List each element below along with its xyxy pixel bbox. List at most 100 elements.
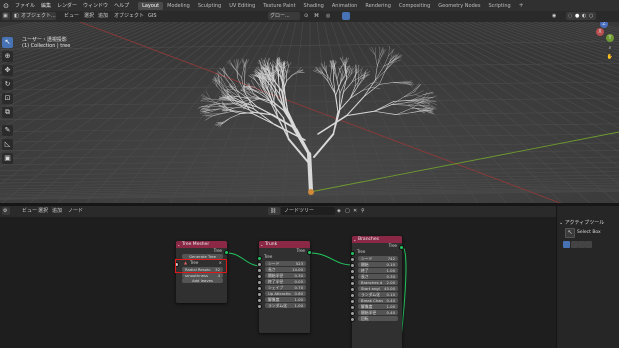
blender-logo-icon[interactable]: ⊙: [2, 2, 10, 10]
value-field[interactable]: 解像度 1.00: [265, 296, 306, 302]
value-field[interactable]: シード 742: [358, 255, 398, 261]
transform-orientation-dropdown[interactable]: グロー...: [268, 12, 300, 20]
pan-icon[interactable]: ✋: [606, 53, 614, 61]
value-field[interactable]: Start angl 45.00: [358, 285, 398, 291]
trunk-header[interactable]: ⌄ Trunk: [259, 241, 310, 248]
add-workspace-button[interactable]: +: [515, 2, 528, 9]
node-menu-node[interactable]: ノード: [68, 207, 83, 215]
show-gizmo-toggle[interactable]: [342, 12, 350, 20]
collapse-icon[interactable]: ⌄: [353, 236, 356, 243]
select-tool-icon[interactable]: ↖: [2, 37, 13, 48]
value-field[interactable]: ランダム化 1.00: [265, 302, 306, 308]
tab-sculpting[interactable]: Sculpting: [194, 2, 225, 10]
panel-header[interactable]: ⌄ アクティブツール: [559, 219, 604, 226]
pin-icon[interactable]: ⚲: [361, 207, 365, 215]
value-field[interactable]: 開始 0.10: [358, 261, 398, 267]
menu-object[interactable]: オブジェクト: [114, 12, 144, 20]
value-field[interactable]: 開始半径 0.30: [265, 272, 306, 278]
tree-model[interactable]: [0, 22, 619, 203]
trunk-node[interactable]: ⌄ Trunk Tree Tree シード 523 長さ 14.00 開始半径 0.30 終…: [257, 241, 312, 333]
menu-gis[interactable]: GIS: [148, 12, 157, 20]
value-field[interactable]: 長さ 0.30: [358, 273, 398, 279]
value-field[interactable]: Branches d 2.00: [358, 279, 398, 285]
tab-uv-editing[interactable]: UV Editing: [225, 2, 259, 10]
cursor-tool-icon[interactable]: ⊕: [2, 51, 13, 62]
collapse-icon[interactable]: ⌄: [260, 241, 263, 248]
rotate-tool-icon[interactable]: ↻: [2, 79, 13, 90]
node-tree-name-field[interactable]: ノードツリー: [281, 207, 335, 215]
menu-window[interactable]: ウィンドウ: [80, 2, 111, 9]
mode-dropdown[interactable]: ◧ オブジェクト...: [12, 12, 56, 20]
branches-node[interactable]: ⌄ Branches Tree Tree シード 742 開始 0.10 終了 1.00 長…: [350, 236, 404, 348]
tab-compositing[interactable]: Compositing: [395, 2, 434, 10]
value-field[interactable]: 開始半径 0.40: [358, 309, 398, 315]
scale-tool-icon[interactable]: ⊡: [2, 93, 13, 104]
tab-modeling[interactable]: Modeling: [163, 2, 194, 10]
mode-extend-icon[interactable]: [571, 241, 578, 248]
input-socket[interactable]: [257, 303, 262, 309]
value-field[interactable]: 回転: [358, 315, 398, 321]
mode-intersect-icon[interactable]: [585, 241, 592, 248]
select-box-tool-icon[interactable]: ↖: [565, 228, 575, 238]
material-shading-icon[interactable]: ◐: [582, 12, 586, 20]
node-menu-add[interactable]: 追加: [52, 207, 62, 215]
mode-subtract-icon[interactable]: [578, 241, 585, 248]
pivot-icon[interactable]: ⊙: [304, 12, 308, 20]
value-field[interactable]: Up Attractio 0.60: [265, 290, 306, 296]
transform-tool-icon[interactable]: ⧉: [2, 107, 13, 118]
rendered-shading-icon[interactable]: ○: [589, 12, 593, 20]
shading-modes[interactable]: ◌ ● ◐ ○: [566, 12, 596, 20]
tree-mesher-header[interactable]: ⌄ Tree Mesher: [176, 241, 227, 248]
value-field[interactable]: シード 523: [265, 260, 306, 266]
tab-animation[interactable]: Animation: [328, 2, 362, 10]
measure-tool-icon[interactable]: ◺: [2, 139, 13, 150]
add-leaves-button[interactable]: Add leaves: [182, 278, 223, 283]
unlink-icon[interactable]: ✕: [353, 207, 357, 215]
value-field[interactable]: 終了 1.00: [358, 267, 398, 273]
menu-render[interactable]: レンダー: [54, 2, 80, 9]
node-menu-view[interactable]: ビュー: [22, 207, 37, 215]
node-editor-type-icon[interactable]: ⚙: [2, 207, 10, 215]
input-socket[interactable]: [350, 316, 355, 322]
value-field[interactable]: シェイプ 0.70: [265, 284, 306, 290]
branches-header[interactable]: ⌄ Branches: [352, 236, 402, 243]
add-cube-tool-icon[interactable]: ▣: [2, 153, 13, 164]
proportional-edit-icon[interactable]: ◎: [326, 12, 330, 20]
mode-set-icon[interactable]: [563, 241, 570, 248]
zoom-icon[interactable]: ⌕: [606, 44, 614, 52]
node-menu-select[interactable]: 選択: [38, 207, 48, 215]
smoothness-field[interactable]: smoothness 4: [182, 272, 223, 278]
gizmo-x-icon[interactable]: X: [596, 28, 604, 36]
value-field[interactable]: 終了半径 0.05: [265, 278, 306, 284]
menu-help[interactable]: ヘルプ: [111, 2, 132, 9]
value-field[interactable]: 解像度 1.00: [358, 303, 398, 309]
fake-user-icon[interactable]: ◈: [337, 207, 341, 215]
gizmo-y-icon[interactable]: Y: [606, 34, 614, 42]
menu-add[interactable]: 追加: [98, 12, 108, 20]
3d-viewport[interactable]: ユーザー・透視投影 (1) Collection | tree X Y Z ⌕ …: [0, 22, 619, 203]
node-editor[interactable]: ⌄ Tree Mesher Tree Generate Tree ▲ Tree …: [0, 217, 556, 348]
move-tool-icon[interactable]: ✥: [2, 65, 13, 76]
new-tree-icon[interactable]: ▢: [345, 207, 350, 215]
value-field[interactable]: 長さ 14.00: [265, 266, 306, 272]
menu-select[interactable]: 選択: [84, 12, 94, 20]
tab-layout[interactable]: Layout: [138, 1, 164, 10]
visibility-icon[interactable]: ◉: [552, 12, 556, 20]
value-field[interactable]: ランダム化 0.10: [358, 291, 398, 297]
node-tree-browse-icon[interactable]: ⛓: [268, 207, 280, 215]
tab-shading[interactable]: Shading: [300, 2, 328, 10]
solid-shading-icon[interactable]: ●: [575, 12, 579, 20]
editor-type-icon[interactable]: ▣: [2, 12, 10, 20]
tab-scripting[interactable]: Scripting: [484, 2, 514, 10]
tab-rendering[interactable]: Rendering: [361, 2, 395, 10]
wireframe-shading-icon[interactable]: ◌: [568, 12, 572, 20]
annotate-tool-icon[interactable]: ✎: [2, 125, 13, 136]
collapse-icon[interactable]: ⌄: [177, 241, 180, 248]
menu-view[interactable]: ビュー: [64, 12, 79, 20]
menu-edit[interactable]: 編集: [38, 2, 54, 9]
snap-icon[interactable]: ⌘: [314, 12, 319, 20]
menu-file[interactable]: ファイル: [12, 2, 38, 9]
value-field[interactable]: Break Chan 0.40: [358, 297, 398, 303]
tab-texture-paint[interactable]: Texture Paint: [259, 2, 299, 10]
tab-geometry-nodes[interactable]: Geometry Nodes: [434, 2, 484, 10]
